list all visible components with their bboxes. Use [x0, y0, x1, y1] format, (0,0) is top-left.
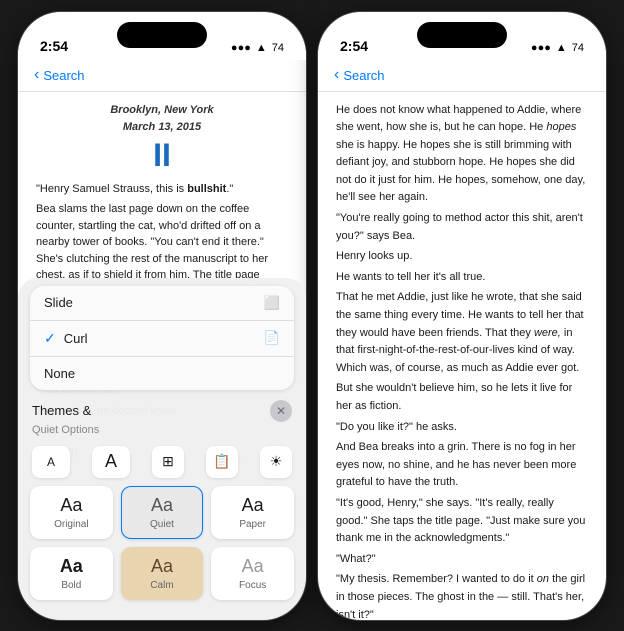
scroll-item-none[interactable]: None: [30, 357, 294, 390]
theme-original[interactable]: Aa Original: [30, 486, 113, 539]
theme-paper-label: Paper: [220, 519, 285, 530]
theme-original-label: Original: [39, 519, 104, 530]
right-para-8: And Bea breaks into a grin. There is no …: [336, 439, 588, 492]
themes-title: Themes &: [32, 403, 91, 418]
right-para-4: He wants to tell her it's all true.: [336, 269, 588, 287]
right-wifi-icon: ▲: [556, 42, 567, 54]
theme-original-aa: Aa: [39, 495, 104, 516]
right-battery-icon: 74: [572, 42, 584, 54]
book-date: March 13, 2015: [36, 119, 288, 136]
theme-bold[interactable]: Aa Bold: [30, 547, 113, 600]
right-para-11: "My thesis. Remember? I wanted to do it …: [336, 571, 588, 620]
font-decrease-button[interactable]: A: [32, 446, 70, 478]
theme-focus[interactable]: Aa Focus: [211, 547, 294, 600]
overlay-panel: Slide ⬜ ✓ Curl 📄 None Themes & ✕ Quiet O…: [18, 278, 306, 620]
left-nav-bar: ‹ Search: [18, 60, 306, 92]
checkmark-icon: ✓: [44, 330, 56, 347]
theme-calm[interactable]: Aa Calm: [121, 547, 204, 600]
book-title-section: Brooklyn, New York March 13, 2015 II: [36, 102, 288, 173]
theme-calm-label: Calm: [130, 580, 195, 591]
wifi-icon: ▲: [256, 42, 267, 54]
dynamic-island: [117, 22, 207, 48]
left-phone: 2:54 ●●● ▲ 74 ‹ Search Brooklyn, New Yor…: [17, 11, 307, 621]
right-dynamic-island: [417, 22, 507, 48]
scroll-item-slide-label: Slide: [44, 295, 264, 310]
scroll-item-curl-label: Curl: [64, 331, 264, 346]
scroll-item-curl-icon: 📄: [264, 330, 280, 346]
phones-container: 2:54 ●●● ▲ 74 ‹ Search Brooklyn, New Yor…: [17, 11, 607, 621]
right-back-button[interactable]: ‹ Search: [334, 66, 385, 84]
right-para-2: "You're really going to method actor thi…: [336, 210, 588, 245]
right-para-6: But she wouldn't believe him, so he lets…: [336, 380, 588, 415]
right-book-content: He does not know what happened to Addie,…: [318, 92, 606, 621]
right-para-10: "What?": [336, 551, 588, 569]
signal-icon: ●●●: [231, 42, 251, 54]
left-back-button[interactable]: ‹ Search: [34, 66, 85, 84]
right-time: 2:54: [340, 38, 368, 54]
theme-focus-aa: Aa: [220, 556, 285, 577]
chapter-number: II: [36, 138, 288, 173]
layout-button[interactable]: 📋: [206, 446, 238, 478]
para-1: "Henry Samuel Strauss, this is bullshit.…: [36, 181, 288, 198]
scroll-item-slide[interactable]: Slide ⬜: [30, 286, 294, 321]
scroll-menu: Slide ⬜ ✓ Curl 📄 None: [30, 286, 294, 390]
right-back-chevron-icon: ‹: [334, 66, 339, 84]
book-city: Brooklyn, New York: [36, 102, 288, 119]
theme-paper-aa: Aa: [220, 495, 285, 516]
right-para-3: Henry looks up.: [336, 248, 588, 266]
scroll-item-curl[interactable]: ✓ Curl 📄: [30, 321, 294, 357]
brightness-button[interactable]: ☀: [260, 446, 292, 478]
theme-paper[interactable]: Aa Paper: [211, 486, 294, 539]
right-signal-icon: ●●●: [531, 42, 551, 54]
right-para-1: He does not know what happened to Addie,…: [336, 102, 588, 208]
themes-subtitle: Quiet Options: [18, 424, 306, 440]
themes-header: Themes & ✕: [18, 394, 306, 424]
left-status-icons: ●●● ▲ 74: [231, 42, 284, 54]
theme-quiet[interactable]: Aa Quiet: [121, 486, 204, 539]
back-label: Search: [43, 68, 84, 83]
right-para-5: That he met Addie, just like he wrote, t…: [336, 289, 588, 377]
right-status-icons: ●●● ▲ 74: [531, 42, 584, 54]
back-chevron-icon: ‹: [34, 66, 39, 84]
theme-bold-aa: Aa: [39, 556, 104, 577]
columns-button[interactable]: ⊞: [152, 446, 184, 478]
left-time: 2:54: [40, 38, 68, 54]
right-nav-bar: ‹ Search: [318, 60, 606, 92]
theme-focus-label: Focus: [220, 580, 285, 591]
scroll-item-none-label: None: [44, 366, 280, 381]
theme-grid: Aa Original Aa Quiet Aa Paper Aa Bold Aa: [18, 482, 306, 608]
theme-bold-label: Bold: [39, 580, 104, 591]
right-para-7: "Do you like it?" he asks.: [336, 419, 588, 437]
font-increase-button[interactable]: A: [92, 446, 130, 478]
right-back-label: Search: [343, 68, 384, 83]
close-button[interactable]: ✕: [270, 400, 292, 422]
right-phone: 2:54 ●●● ▲ 74 ‹ Search He does not know …: [317, 11, 607, 621]
right-para-9: "It's good, Henry," she says. "It's real…: [336, 495, 588, 548]
battery-icon: 74: [272, 42, 284, 54]
font-controls: A A ⊞ 📋 ☀: [18, 440, 306, 482]
theme-quiet-label: Quiet: [130, 519, 195, 530]
scroll-item-slide-icon: ⬜: [264, 295, 280, 311]
theme-calm-aa: Aa: [130, 556, 195, 577]
theme-quiet-aa: Aa: [130, 495, 195, 516]
